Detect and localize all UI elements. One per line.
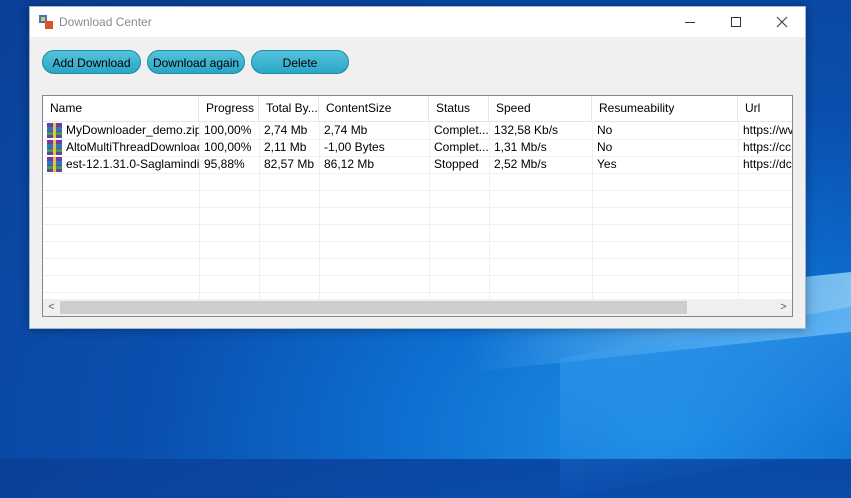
cell-speed: 1,31 Mb/s xyxy=(494,140,547,154)
delete-button[interactable]: Delete xyxy=(251,50,349,74)
download-app-icon xyxy=(39,15,53,29)
table-row[interactable]: MyDownloader_demo.zip 100,00% 2,74 Mb 2,… xyxy=(43,122,792,140)
table-row[interactable]: est-12.1.31.0-Saglamindir.... 95,88% 82,… xyxy=(43,156,792,174)
close-icon xyxy=(776,16,788,28)
downloads-list[interactable]: Name Progress Total By... ContentSize St… xyxy=(42,95,793,317)
cell-status: Complet... xyxy=(434,140,489,154)
list-header: Name Progress Total By... ContentSize St… xyxy=(43,96,792,122)
minimize-button[interactable] xyxy=(667,7,713,37)
desktop-light-glow xyxy=(560,301,851,498)
cell-speed: 132,58 Kb/s xyxy=(494,123,559,137)
cell-total-bytes: 82,57 Mb xyxy=(264,157,315,171)
column-header-resumeability[interactable]: Resumeability xyxy=(592,96,738,121)
cell-resumeability: Yes xyxy=(597,157,617,171)
scroll-left-arrow[interactable]: < xyxy=(43,299,60,316)
maximize-icon xyxy=(731,17,741,27)
grid-line xyxy=(43,190,792,191)
minimize-icon xyxy=(685,22,695,23)
cell-content-size: 2,74 Mb xyxy=(324,123,368,137)
scrollbar-thumb[interactable] xyxy=(60,301,687,314)
cell-name: est-12.1.31.0-Saglamindir.... xyxy=(66,157,199,171)
column-header-total-bytes[interactable]: Total By... xyxy=(259,96,319,121)
column-header-speed[interactable]: Speed xyxy=(489,96,592,121)
cell-progress: 100,00% xyxy=(204,123,252,137)
cell-status: Stopped xyxy=(434,157,479,171)
cell-url: https://dc xyxy=(743,157,792,171)
cell-name: MyDownloader_demo.zip xyxy=(66,123,199,137)
grid-line xyxy=(43,292,792,293)
grid-line xyxy=(43,224,792,225)
grid-line xyxy=(43,207,792,208)
table-row[interactable]: AltoMultiThreadDownload... 100,00% 2,11 … xyxy=(43,139,792,157)
cell-status: Complet... xyxy=(434,123,489,137)
close-button[interactable] xyxy=(759,7,805,37)
cell-content-size: 86,12 Mb xyxy=(324,157,375,171)
column-header-status[interactable]: Status xyxy=(429,96,489,121)
cell-resumeability: No xyxy=(597,140,613,154)
cell-progress: 100,00% xyxy=(204,140,252,154)
cell-total-bytes: 2,74 Mb xyxy=(264,123,308,137)
archive-file-icon xyxy=(47,157,62,172)
maximize-button[interactable] xyxy=(713,7,759,37)
grid-line xyxy=(43,275,792,276)
title-bar[interactable]: Download Center xyxy=(30,7,805,37)
cell-content-size: -1,00 Bytes xyxy=(324,140,385,154)
grid-line xyxy=(43,258,792,259)
cell-progress: 95,88% xyxy=(204,157,245,171)
column-header-name[interactable]: Name xyxy=(43,96,199,121)
horizontal-scrollbar[interactable]: < > xyxy=(43,299,792,316)
add-download-button[interactable]: Add Download xyxy=(42,50,141,74)
cell-url: https://wv xyxy=(743,123,793,137)
scroll-right-arrow[interactable]: > xyxy=(775,299,792,316)
download-again-button[interactable]: Download again xyxy=(147,50,245,74)
window-title: Download Center xyxy=(59,15,152,29)
cell-name: AltoMultiThreadDownload... xyxy=(66,140,199,154)
cell-resumeability: No xyxy=(597,123,613,137)
archive-file-icon xyxy=(47,123,62,138)
archive-file-icon xyxy=(47,140,62,155)
column-header-progress[interactable]: Progress xyxy=(199,96,259,121)
cell-total-bytes: 2,11 Mb xyxy=(264,140,307,154)
column-header-url[interactable]: Url xyxy=(738,96,792,121)
cell-speed: 2,52 Mb/s xyxy=(494,157,547,171)
column-header-content-size[interactable]: ContentSize xyxy=(319,96,429,121)
grid-line xyxy=(43,241,792,242)
download-center-window: Download Center Add Download Download ag… xyxy=(29,6,806,329)
cell-url: https://cc xyxy=(743,140,792,154)
